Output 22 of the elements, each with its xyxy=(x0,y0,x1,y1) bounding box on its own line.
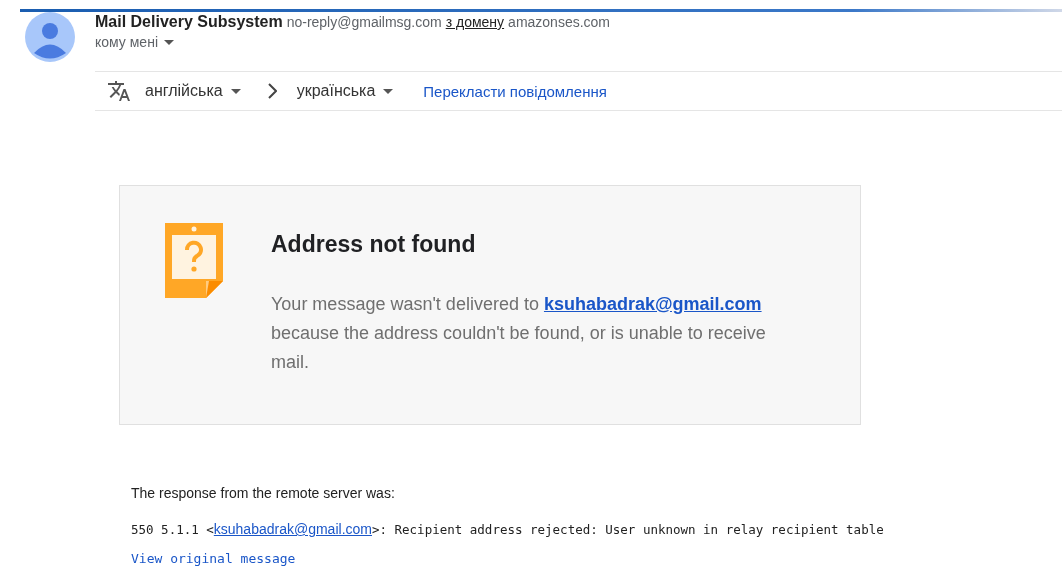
caret-icon xyxy=(164,39,174,45)
translate-link[interactable]: Перекласти повідомлення xyxy=(423,82,607,100)
recipient-dropdown[interactable]: кому мені xyxy=(95,34,174,50)
sender-name: Mail Delivery Subsystem xyxy=(95,13,283,31)
address-link[interactable]: ksuhabadrak@gmail.com xyxy=(213,521,372,537)
notice-title: Address not found xyxy=(271,231,477,258)
view-original-link[interactable]: View original message xyxy=(131,551,1062,566)
chevron-right-icon xyxy=(266,83,277,99)
address-link[interactable]: ksuhabadrak@gmail.com xyxy=(543,294,762,314)
server-response: 550 5.1.1 <ksuhabadrak@gmail.com>: Recipient address rejected: User unknown in relay recipient table xyxy=(131,521,885,537)
avatar-icon xyxy=(25,12,75,62)
response-label: The response from the remote server was: xyxy=(131,485,396,501)
caret-icon xyxy=(230,88,241,94)
source-language-dropdown[interactable]: англійська xyxy=(145,82,247,100)
caret-icon xyxy=(383,88,394,94)
notice-message: Your message wasn't delivered to ksuhabadrak@gmail.com because the address couldn't be found, or is unable to receive mail. xyxy=(271,293,767,374)
sender-email: no-reply@gmailmsg.com xyxy=(286,14,442,30)
translate-icon xyxy=(107,79,131,103)
via-link[interactable]: з домену xyxy=(445,14,505,30)
target-language-dropdown[interactable]: українська xyxy=(296,82,400,100)
question-note-icon xyxy=(165,223,223,298)
via-domain: amazonses.com xyxy=(508,14,611,30)
